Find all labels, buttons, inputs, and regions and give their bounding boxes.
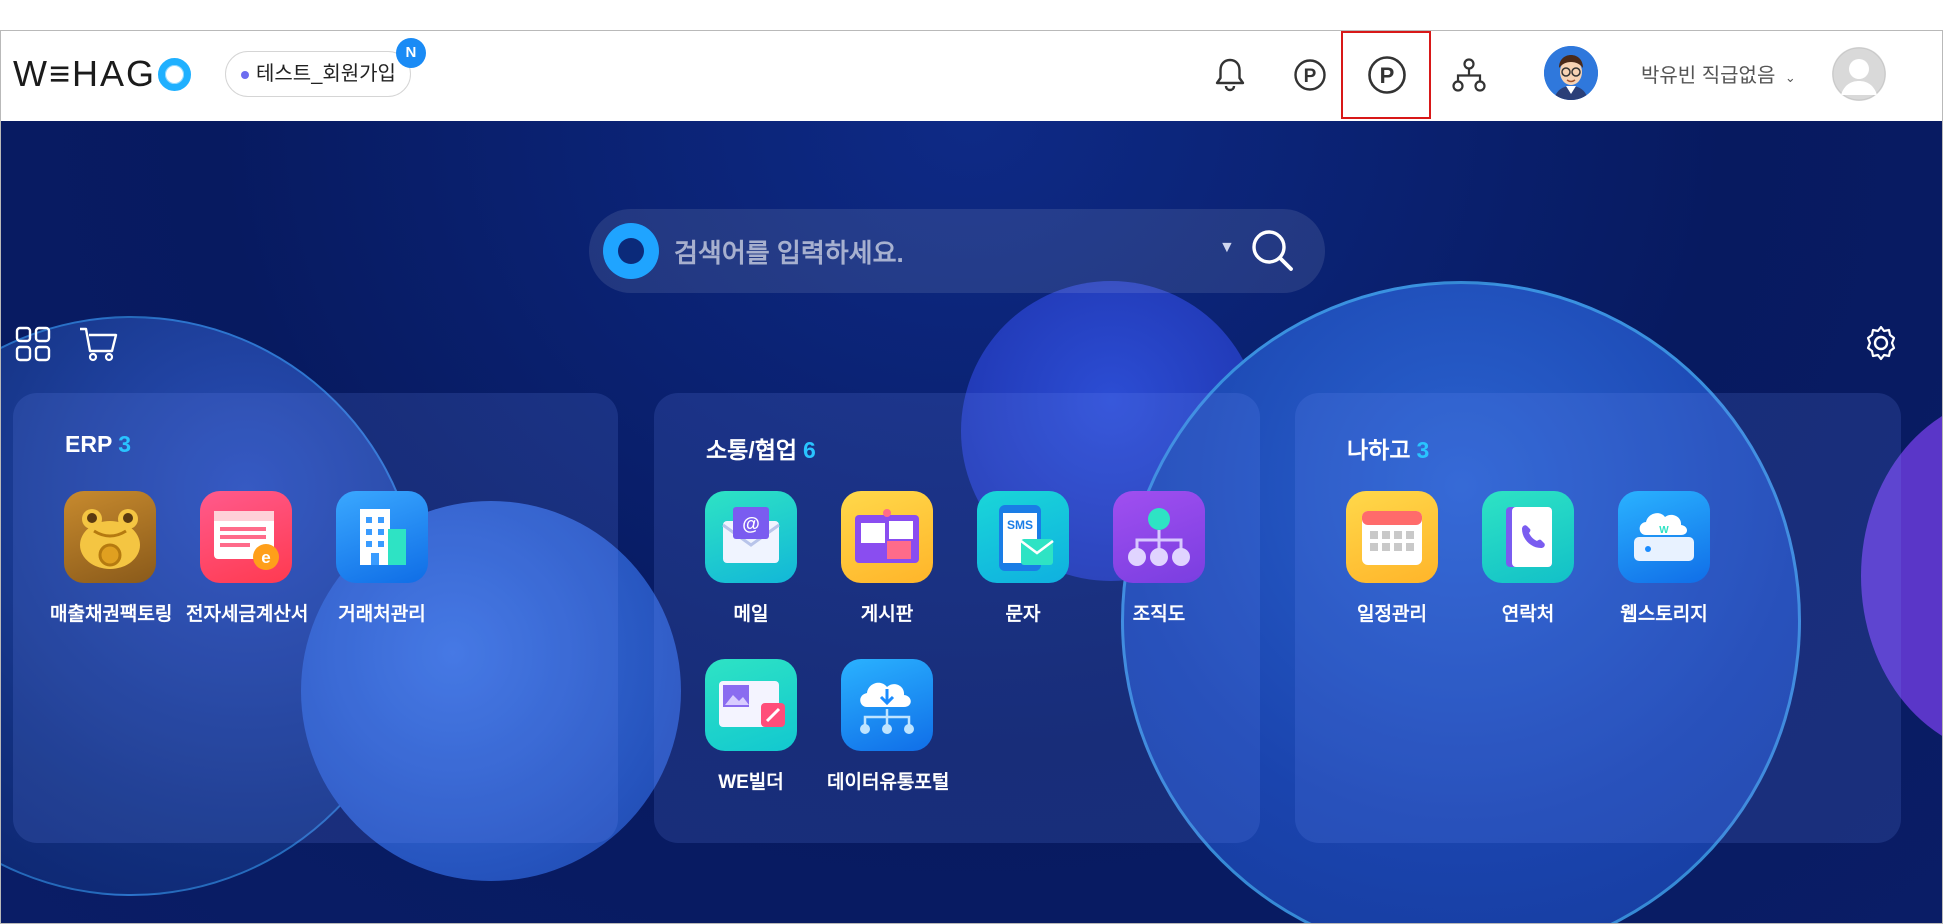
user-name-label: 박유빈 직급없음 xyxy=(1641,65,1776,87)
app-mail[interactable]: @ 메일 xyxy=(691,491,811,626)
point-icon[interactable]: P xyxy=(1288,53,1332,97)
org-icon[interactable] xyxy=(1447,53,1491,97)
svg-text:e: e xyxy=(261,548,270,567)
group-title: 나하고 3 xyxy=(1347,437,1430,463)
app-web-storage[interactable]: W 웹스토리지 xyxy=(1604,491,1724,626)
app-window: W≡HAG 테스트_회원가입 N P P 박유빈 직급없음 ⌄ 검색어를 입력하… xyxy=(0,30,1943,924)
app-group-erp: ERP 3 매출채권팩토링 e 전자세금계산서 거래처관리 xyxy=(13,393,618,843)
app-group-personal: 나하고 3 일정관리 연락처 W 웹스토리지 xyxy=(1295,393,1901,843)
we-builder-icon xyxy=(705,659,797,751)
data-portal-icon xyxy=(841,659,933,751)
toad-icon xyxy=(64,491,156,583)
wehago-logo[interactable]: W≡HAG xyxy=(13,53,191,95)
app-client-management[interactable]: 거래처관리 xyxy=(322,491,442,626)
svg-text:SMS: SMS xyxy=(1007,518,1033,532)
svg-text:P: P xyxy=(1304,66,1317,87)
svg-text:@: @ xyxy=(742,514,760,534)
app-data-portal[interactable]: 데이터유통포털 xyxy=(827,659,949,794)
logo-text: W≡HAG xyxy=(13,53,156,94)
profile-photo[interactable] xyxy=(1832,47,1886,101)
search-filter-caret-icon[interactable]: ▼ xyxy=(1219,239,1235,257)
company-dot-icon xyxy=(241,71,249,79)
character-avatar[interactable] xyxy=(1544,46,1598,100)
app-board[interactable]: 게시판 xyxy=(827,491,947,626)
logo-ring-icon xyxy=(158,57,191,91)
org-chart-icon xyxy=(1113,491,1205,583)
top-header: W≡HAG 테스트_회원가입 N P P 박유빈 직급없음 ⌄ xyxy=(1,31,1942,121)
search-logo-icon xyxy=(603,223,659,279)
grid-view-icon[interactable] xyxy=(15,326,51,367)
chevron-down-icon: ⌄ xyxy=(1784,70,1796,85)
point-highlighted-icon[interactable]: P xyxy=(1365,53,1409,97)
app-we-builder[interactable]: WE빌더 xyxy=(691,659,811,794)
app-group-collaboration: 소통/협업 6 @ 메일 게시판 SMS 문자 조직도 WE빌더 데이터유통포털 xyxy=(654,393,1260,843)
mail-icon: @ xyxy=(705,491,797,583)
app-factoring[interactable]: 매출채권팩토링 xyxy=(50,491,172,626)
company-selector[interactable]: 테스트_회원가입 N xyxy=(225,38,426,97)
new-badge: N xyxy=(395,38,426,68)
company-name: 테스트_회원가입 xyxy=(256,63,396,85)
app-schedule[interactable]: 일정관리 xyxy=(1332,491,1452,626)
building-icon xyxy=(336,491,428,583)
user-menu[interactable]: 박유빈 직급없음 ⌄ xyxy=(1641,59,1796,88)
bell-icon[interactable] xyxy=(1208,53,1252,97)
app-org-chart[interactable]: 조직도 xyxy=(1099,491,1219,626)
app-sms[interactable]: SMS 문자 xyxy=(963,491,1083,626)
search-icon[interactable] xyxy=(1249,227,1295,278)
group-title: 소통/협업 6 xyxy=(706,437,816,463)
app-tax-invoice[interactable]: e 전자세금계산서 xyxy=(186,491,308,626)
cart-icon[interactable] xyxy=(78,325,118,368)
main-dashboard: 검색어를 입력하세요. ▼ ERP 3 매출채권팩토링 e 전자세금계산서 거래… xyxy=(1,121,1942,923)
tax-invoice-icon: e xyxy=(200,491,292,583)
search-bar[interactable]: 검색어를 입력하세요. ▼ xyxy=(589,209,1325,293)
sms-icon: SMS xyxy=(977,491,1069,583)
search-input[interactable]: 검색어를 입력하세요. xyxy=(674,233,904,270)
calendar-icon xyxy=(1346,491,1438,583)
group-title: ERP 3 xyxy=(65,431,132,457)
svg-text:W: W xyxy=(1659,525,1669,536)
contacts-icon xyxy=(1482,491,1574,583)
settings-gear-icon[interactable] xyxy=(1863,325,1899,366)
svg-text:P: P xyxy=(1380,63,1395,88)
app-contacts[interactable]: 연락처 xyxy=(1468,491,1588,626)
web-storage-icon: W xyxy=(1618,491,1710,583)
board-icon xyxy=(841,491,933,583)
